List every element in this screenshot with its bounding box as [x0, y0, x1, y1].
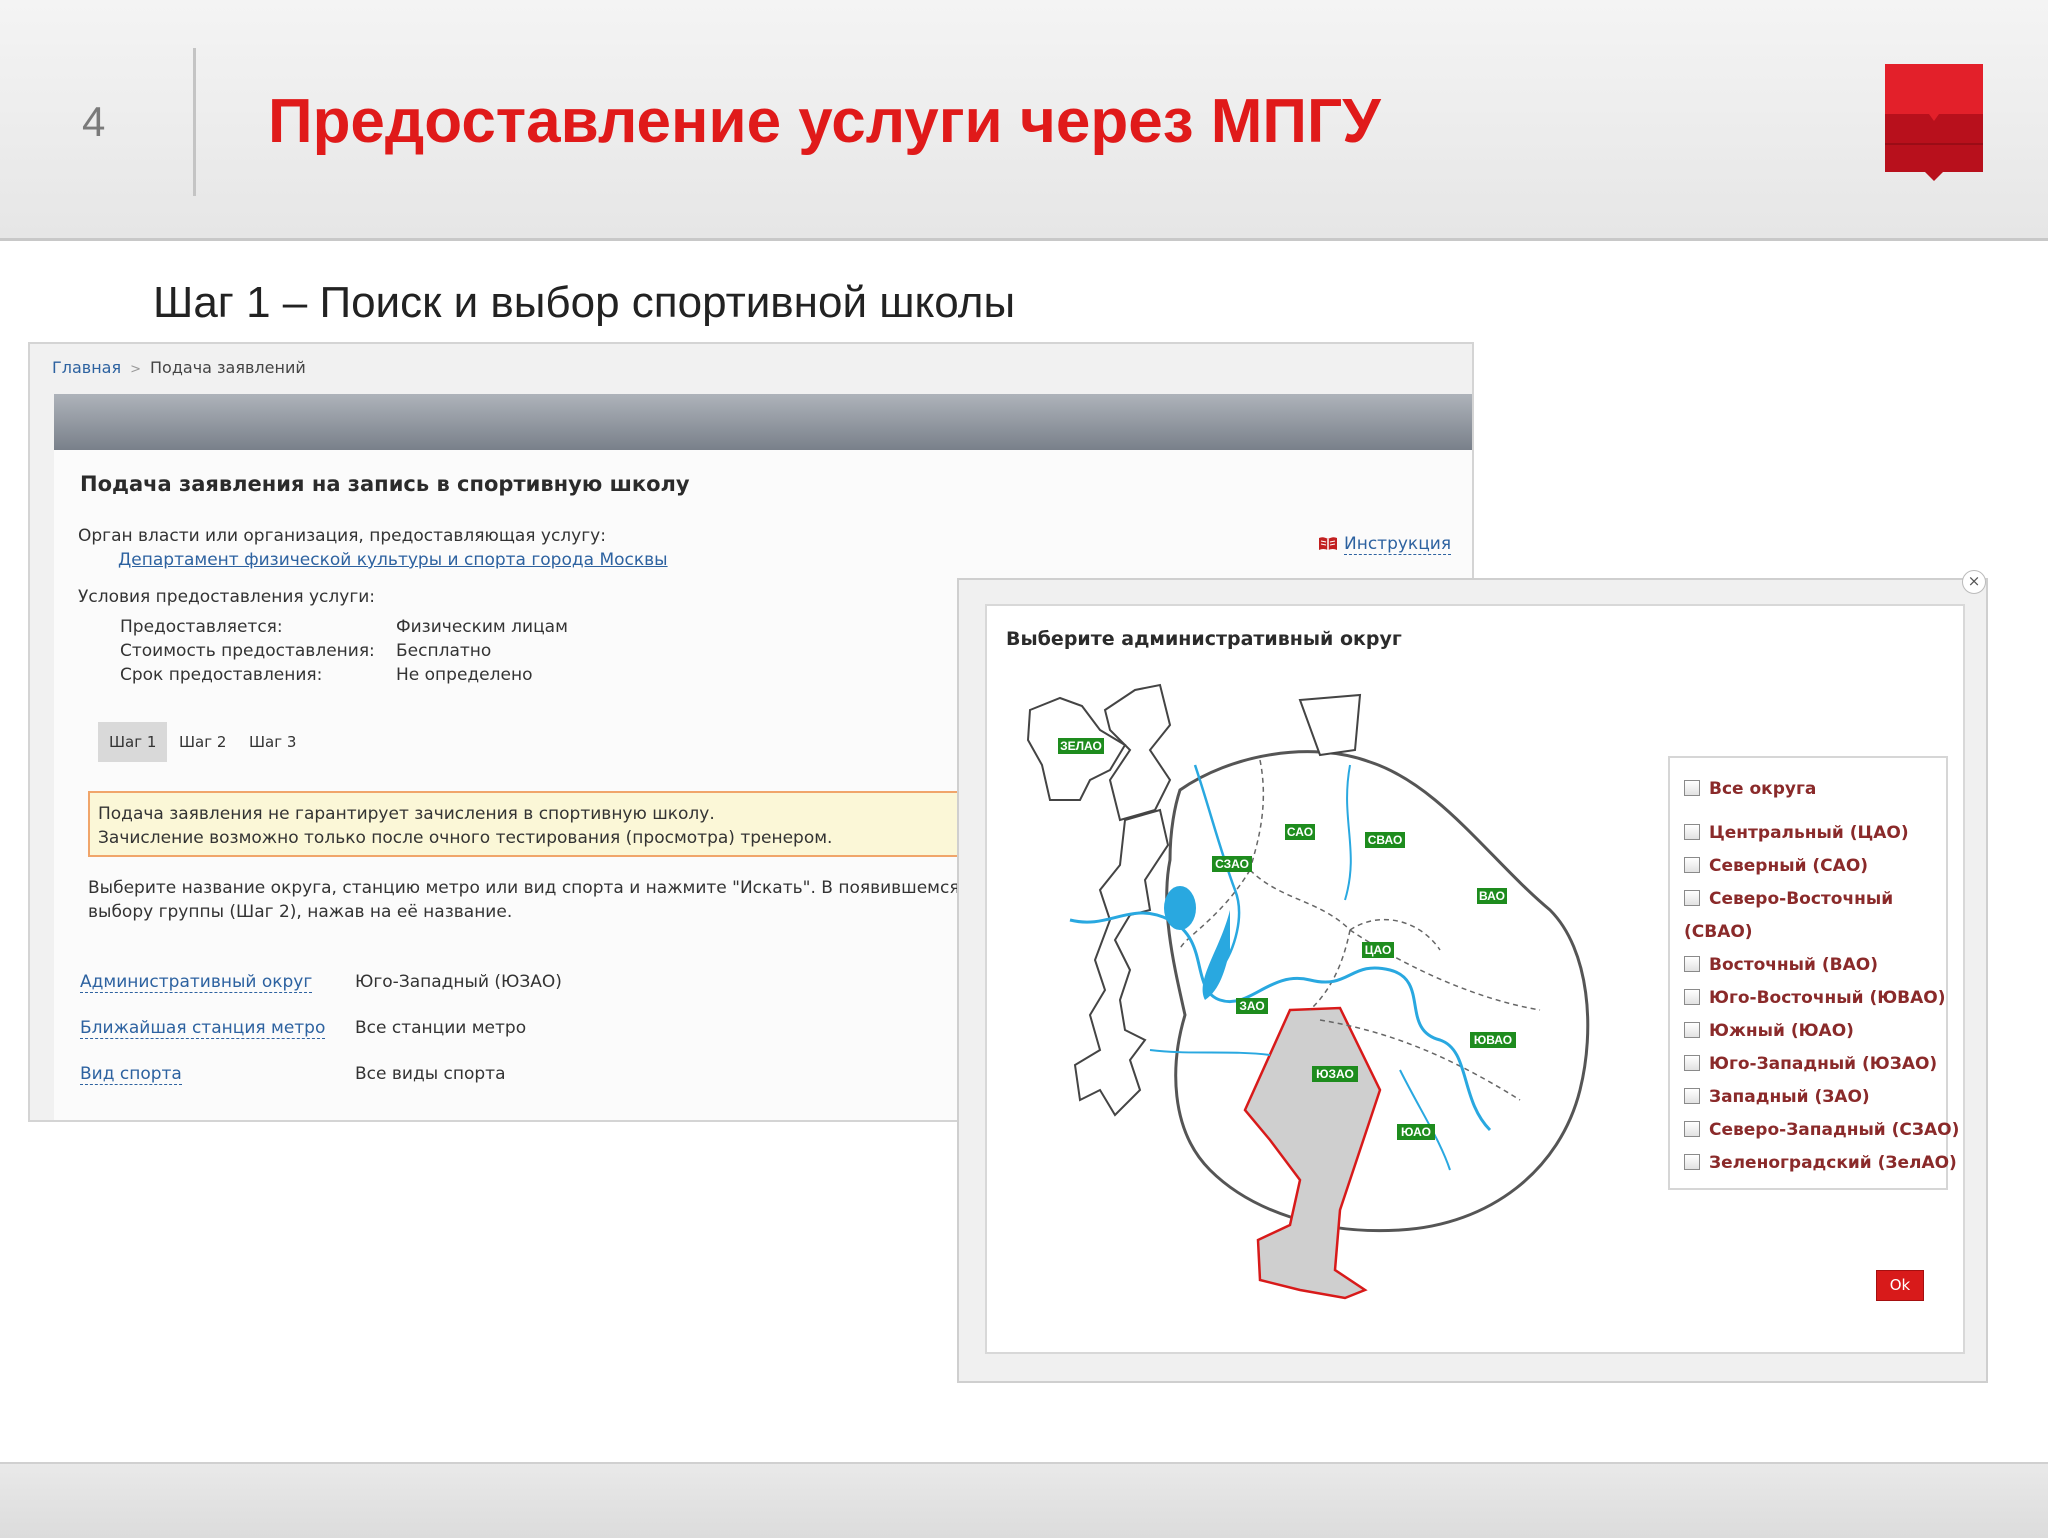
filter-sport-link[interactable]: Вид спорта [80, 1064, 182, 1085]
portal-header-bar [54, 394, 1472, 450]
instruction-link[interactable]: Инструкция [1318, 534, 1452, 555]
district-option-zelao[interactable]: Зеленоградский (ЗелАО) [1684, 1153, 1957, 1173]
district-option-label: Северо-Западный (СЗАО) [1709, 1120, 1960, 1140]
svg-text:СЗАО: СЗАО [1215, 857, 1249, 871]
checkbox[interactable] [1684, 890, 1700, 906]
condition-value: Бесплатно [396, 641, 492, 661]
breadcrumb-current: Подача заявлений [150, 358, 306, 377]
checkbox[interactable] [1684, 1088, 1700, 1104]
map-label-vao: ВАО [1477, 888, 1507, 904]
condition-value: Физическим лицам [396, 617, 568, 637]
breadcrumb: Главная > Подача заявлений [52, 358, 306, 377]
district-option-vao[interactable]: Восточный (ВАО) [1684, 955, 1878, 975]
map-label-szao: СЗАО [1212, 856, 1252, 872]
map-label-svao: СВАО [1365, 832, 1405, 848]
district-option-label: Юго-Восточный (ЮВАО) [1709, 988, 1946, 1008]
svg-text:ЗАО: ЗАО [1239, 999, 1264, 1013]
map-label-yuvao: ЮВАО [1470, 1032, 1516, 1048]
warning-line: Подача заявления не гарантирует зачислен… [98, 804, 715, 824]
condition-label: Предоставляется: [120, 617, 283, 637]
district-option-all[interactable]: Все округа [1684, 779, 1816, 799]
instruction-link-label[interactable]: Инструкция [1344, 534, 1452, 555]
district-option-yuzao[interactable]: Юго-Западный (ЮЗАО) [1684, 1054, 1937, 1074]
district-option-tsao[interactable]: Центральный (ЦАО) [1684, 823, 1909, 843]
moscow-logo-icon [1885, 64, 1983, 181]
svg-text:СВАО: СВАО [1368, 833, 1403, 847]
district-option-label: Зеленоградский (ЗелАО) [1709, 1153, 1957, 1173]
filter-metro-value: Все станции метро [355, 1018, 527, 1038]
district-option-svao[interactable]: Северо-Восточный [1684, 889, 1893, 909]
district-option-svao-abbr: (СВАО) [1684, 922, 1753, 942]
map-label-zelao: ЗЕЛАО [1058, 738, 1104, 754]
moscow-district-map: ЗЕЛАО САО СВАО СЗАО ВАО ЦАО ЗАО ЮВАО ЮЗА… [1026, 683, 1590, 1300]
svg-text:ЮАО: ЮАО [1401, 1125, 1431, 1139]
district-option-label: Юго-Западный (ЮЗАО) [1709, 1054, 1938, 1074]
district-option-label: Южный (ЮАО) [1709, 1021, 1854, 1041]
district-option-label: Северо-Восточный [1709, 889, 1894, 909]
help-text-line: выбору группы (Шаг 2), нажав на её назва… [88, 902, 513, 922]
filter-district-link[interactable]: Административный округ [80, 972, 313, 993]
district-option-yuao[interactable]: Южный (ЮАО) [1684, 1021, 1854, 1041]
checkbox[interactable] [1684, 1022, 1700, 1038]
district-option-szao[interactable]: Северо-Западный (СЗАО) [1684, 1120, 1959, 1140]
help-text-line: Выберите название округа, станцию метро … [88, 878, 1027, 898]
checkbox[interactable] [1684, 989, 1700, 1005]
map-label-zao: ЗАО [1236, 998, 1268, 1014]
district-option-label: Восточный (ВАО) [1709, 955, 1878, 975]
filter-district-value: Юго-Западный (ЮЗАО) [355, 972, 562, 992]
district-option-label: Северный (САО) [1709, 856, 1869, 876]
map-label-yuzao: ЮЗАО [1312, 1066, 1358, 1082]
filter-sport-value: Все виды спорта [355, 1064, 506, 1084]
slide-header: 4 Предоставление услуги через МПГУ [0, 0, 2048, 241]
svg-text:ЦАО: ЦАО [1365, 943, 1392, 957]
map-label-yuao: ЮАО [1397, 1124, 1435, 1140]
breadcrumb-home-link[interactable]: Главная [52, 358, 121, 377]
condition-label: Стоимость предоставления: [120, 641, 375, 661]
svg-text:САО: САО [1287, 825, 1313, 839]
chevron-right-icon: > [130, 362, 142, 377]
ok-button[interactable]: Ok [1876, 1270, 1924, 1301]
slide-number: 4 [82, 98, 106, 145]
district-option-label: Все округа [1709, 779, 1817, 799]
district-option-sao[interactable]: Северный (САО) [1684, 856, 1868, 876]
district-option-label: Западный (ЗАО) [1709, 1087, 1870, 1107]
checkbox[interactable] [1684, 780, 1700, 796]
checkbox[interactable] [1684, 824, 1700, 840]
condition-value: Не определено [396, 665, 533, 685]
conditions-label: Условия предоставления услуги: [78, 587, 376, 607]
provider-link[interactable]: Департамент физической культуры и спорта… [118, 550, 668, 570]
svg-text:ЮВАО: ЮВАО [1474, 1033, 1512, 1047]
page-title: Подача заявления на запись в спортивную … [80, 472, 690, 496]
header-divider [193, 48, 196, 196]
city-outline [1165, 750, 1590, 1233]
book-icon [1319, 537, 1337, 550]
tab-step-3[interactable]: Шаг 3 [238, 722, 307, 762]
district-option-zao[interactable]: Западный (ЗАО) [1684, 1087, 1870, 1107]
step-heading: Шаг 1 – Поиск и выбор спортивной школы [153, 278, 1016, 327]
checkbox[interactable] [1684, 956, 1700, 972]
svg-text:ЗЕЛАО: ЗЕЛАО [1060, 739, 1102, 753]
warning-line: Зачисление возможно только после очного … [98, 828, 833, 848]
svg-text:ЮЗАО: ЮЗАО [1316, 1067, 1354, 1081]
svg-text:ВАО: ВАО [1479, 889, 1505, 903]
tab-step-1[interactable]: Шаг 1 [98, 722, 168, 762]
close-icon[interactable]: × [1962, 570, 1986, 594]
checkbox[interactable] [1684, 857, 1700, 873]
filter-metro-link[interactable]: Ближайшая станция метро [80, 1018, 326, 1039]
slide-footer [0, 1462, 2048, 1538]
checkbox[interactable] [1684, 1154, 1700, 1170]
district-option-yuvao[interactable]: Юго-Восточный (ЮВАО) [1684, 988, 1946, 1008]
map-label-sao: САО [1285, 824, 1315, 840]
slide-title: Предоставление услуги через МПГУ [268, 87, 1381, 156]
map-label-tsao: ЦАО [1362, 942, 1394, 958]
district-option-label: Центральный (ЦАО) [1709, 823, 1909, 843]
checkbox[interactable] [1684, 1055, 1700, 1071]
tab-step-2[interactable]: Шаг 2 [168, 722, 237, 762]
provider-label: Орган власти или организация, предоставл… [78, 526, 606, 546]
modal-title: Выберите административный округ [1006, 628, 1402, 650]
checkbox[interactable] [1684, 1121, 1700, 1137]
condition-label: Срок предоставления: [120, 665, 323, 685]
